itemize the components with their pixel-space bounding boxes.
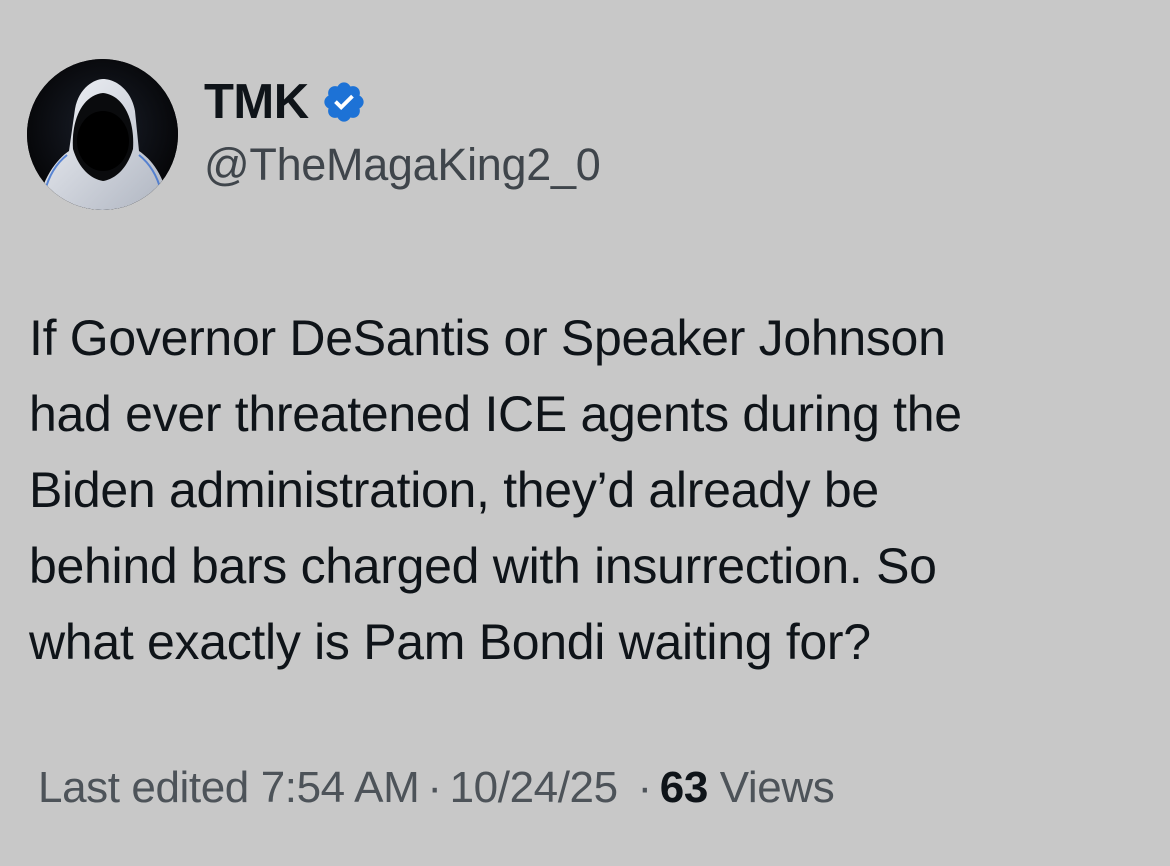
avatar[interactable] [27, 59, 178, 210]
tweet-text-line: If Governor DeSantis or Speaker Johnson [29, 310, 946, 366]
tweet-text-line: had ever threatened ICE agents during th… [29, 386, 962, 442]
timestamp-date[interactable]: 10/24/25 [450, 763, 618, 812]
tweet-card: TMK @TheMagaKing2_0 If Governor DeSantis… [0, 0, 1170, 866]
author-name-row[interactable]: TMK [204, 72, 367, 132]
hooded-figure-icon [27, 59, 178, 210]
author-handle[interactable]: @TheMagaKing2_0 [204, 140, 601, 190]
views-count[interactable]: 63 [660, 763, 709, 812]
timestamp-time[interactable]: 7:54 AM [261, 763, 420, 812]
tweet-text-line: behind bars charged with insurrection. S… [29, 538, 937, 594]
display-name[interactable]: TMK [204, 77, 309, 127]
tweet-text-line: Biden administration, they’d already be [29, 462, 879, 518]
tweet-meta: Last edited 7:54 AM · 10/24/25 · 63 Views [38, 760, 835, 816]
meta-separator: · [427, 763, 442, 812]
views-label[interactable]: Views [720, 763, 835, 812]
tweet-text: If Governor DeSantis or Speaker Johnson … [29, 300, 1139, 680]
tweet-text-line: what exactly is Pam Bondi waiting for? [29, 614, 871, 670]
meta-separator: · [637, 763, 653, 812]
edited-label[interactable]: Last edited [38, 763, 249, 812]
verified-badge-icon [323, 82, 364, 122]
